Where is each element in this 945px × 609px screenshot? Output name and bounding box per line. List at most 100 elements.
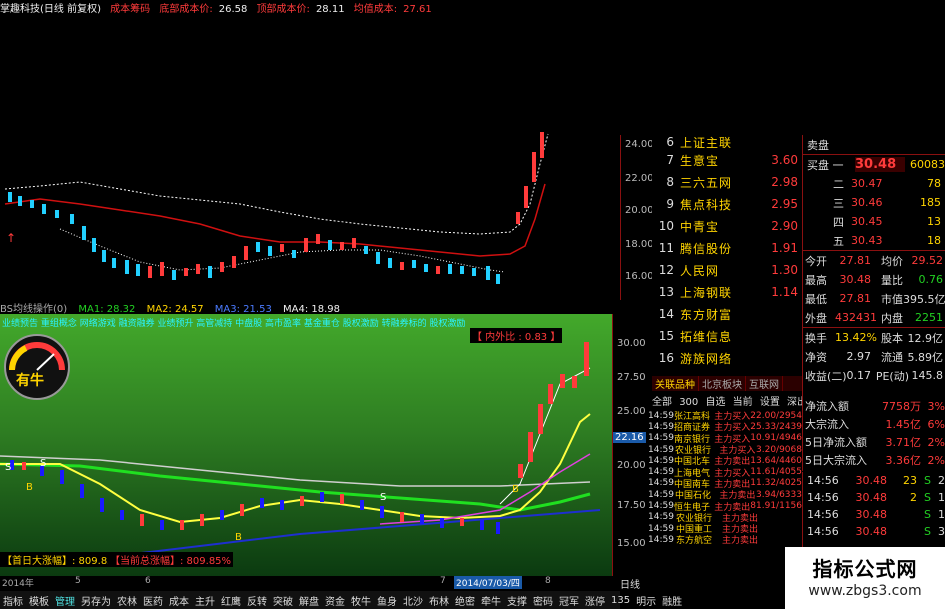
- list-item[interactable]: 10 中青宝 2.90: [652, 215, 802, 237]
- tab-beijing[interactable]: 北京板块: [699, 376, 746, 391]
- toolbar-tab[interactable]: 支撑: [504, 593, 530, 608]
- time-axis-month: 7: [440, 576, 446, 586]
- toolbar-tab[interactable]: 明示: [633, 593, 659, 608]
- toolbar-tab[interactable]: 主升: [192, 593, 218, 608]
- upper-axis-tick: 16.00: [625, 271, 654, 282]
- toolbar-tab[interactable]: 反转: [244, 593, 270, 608]
- list-item[interactable]: 14 东方财富: [652, 303, 802, 325]
- lower-axis-tick: 30.00: [617, 338, 646, 349]
- upper-candles: [8, 132, 544, 284]
- flow-row: 5日净流入额 3.71亿 2%: [805, 435, 945, 450]
- toolbar-tab[interactable]: 指标: [0, 593, 26, 608]
- current-price-tag: 22.16: [613, 432, 646, 443]
- buy-row[interactable]: 三 30.46 185: [803, 193, 945, 212]
- list-item[interactable]: 15 拓维信息: [652, 325, 802, 347]
- flow-row: 净流入额 7758万 3%: [805, 399, 945, 414]
- quote-panel: 卖盘 买盘 一 30.48 60083 二 30.47 78 三 30.46 185 四…: [802, 135, 945, 435]
- banner-url: www.zbgs3.com: [808, 583, 922, 599]
- upper-axis-tick: 24.00: [625, 139, 654, 150]
- bottom-cost-label: 底部成本价:: [159, 4, 213, 14]
- lower-axis-tick: 17.50: [617, 500, 646, 511]
- time-axis: 2014年 5 6 7 2014/07/03/四 8: [0, 576, 620, 589]
- flow-row: 5日大宗流入 3.36亿 2%: [805, 453, 945, 468]
- bottom-cost-value: 26.58: [218, 4, 248, 14]
- filter-tab[interactable]: 300: [679, 397, 698, 408]
- toolbar-tab[interactable]: 牵牛: [478, 593, 504, 608]
- filter-tab[interactable]: 当前: [733, 397, 753, 408]
- toolbar-tab[interactable]: 135: [608, 595, 633, 606]
- tick-list: 14:56 30.48 23 S 2 14:56 30.48 2 S 1 14:56 30.48 S…: [802, 472, 945, 548]
- toolbar-tab[interactable]: 解盘: [296, 593, 322, 608]
- buy-signal-icon-2: B: [235, 532, 242, 543]
- lower-chart-svg: S S B B S B: [0, 342, 601, 567]
- filter-tab[interactable]: 设置: [760, 397, 780, 408]
- panel-tabs: 关联品种 北京板块 互联网: [652, 376, 802, 391]
- gray-ma-line: [0, 455, 591, 487]
- main-force-trades: 14:59 张江高科 主力买入 22.00/2954 14:59 招商证券 主力买入 25.…: [648, 410, 802, 590]
- sell-signal-icon: S: [5, 462, 11, 473]
- filter-tab[interactable]: 自选: [705, 397, 725, 408]
- toolbar-tab[interactable]: 密码: [530, 593, 556, 608]
- tab-internet[interactable]: 互联网: [746, 376, 783, 391]
- upper-axis-tick: 20.00: [625, 205, 654, 216]
- lower-axis-tick: 20.00: [617, 460, 646, 471]
- indicator-toolbar: 指标 模板 管理 另存为 农林 医药 成本 主升 红鹰 反转 突破 解盘 资金 …: [0, 591, 682, 609]
- trade-row[interactable]: 14:59 东方航空 主力卖出: [648, 534, 802, 547]
- top-cost-value: 28.11: [315, 4, 345, 14]
- sell-row: 卖盘: [803, 135, 945, 155]
- buy-row[interactable]: 五 30.43 18: [803, 231, 945, 251]
- list-item[interactable]: 8 三六五网 2.98: [652, 171, 802, 193]
- lower-indicator-chart[interactable]: 业绩预告 重组概念 网络游戏 融资融券 业绩预升 高管减持 中盘股 高市盈率 基…: [0, 314, 612, 576]
- stat-row: 外盘 432431 内盘 2251: [803, 308, 945, 328]
- lower-axis-tick: 27.50: [617, 372, 646, 383]
- toolbar-tab[interactable]: 模板: [26, 593, 52, 608]
- stat-row: 净资 2.97 流通 5.89亿: [805, 350, 943, 364]
- fund-flow-panel: 净流入额 7758万 3% 大宗流入 1.45亿 6% 5日净流入额 3.71亿 2% 5日…: [802, 397, 945, 471]
- buy-row[interactable]: 四 30.45 13: [803, 212, 945, 231]
- tab-related[interactable]: 关联品种: [652, 376, 699, 391]
- buy-signal-icon: B: [26, 482, 33, 493]
- toolbar-tab[interactable]: 鱼身: [374, 593, 400, 608]
- list-item[interactable]: 6 上证主联: [652, 135, 802, 150]
- filter-tab[interactable]: 全部: [652, 397, 672, 408]
- upper-price-axis: 24.00 22.00 20.00 18.00 16.00: [620, 135, 654, 300]
- toolbar-tab[interactable]: 管理: [52, 593, 78, 608]
- list-item[interactable]: 11 腾信股份 1.91: [652, 237, 802, 259]
- ma-dashed-line: [4, 133, 549, 235]
- toolbar-tab[interactable]: 冠军: [556, 593, 582, 608]
- toolbar-tab[interactable]: 绝密: [452, 593, 478, 608]
- trade-filter-tabs: 全部 300 自选 当前 设置 深出 总线: [652, 393, 834, 408]
- upper-axis-tick: 18.00: [625, 239, 654, 250]
- toolbar-tab[interactable]: 突破: [270, 593, 296, 608]
- list-item[interactable]: 7 生意宝 3.60: [652, 149, 802, 171]
- ma-indicator-bar: BS均线操作(0) MA1: 28.32 MA2: 24.57 MA3: 21.…: [0, 300, 620, 315]
- lower-axis-tick: 25.00: [617, 406, 646, 417]
- toolbar-tab[interactable]: 布林: [426, 593, 452, 608]
- toolbar-tab[interactable]: 融胜: [659, 593, 685, 608]
- toolbar-tab[interactable]: 红鹰: [218, 593, 244, 608]
- time-axis-year: 2014年: [2, 579, 34, 589]
- toolbar-tab[interactable]: 北沙: [400, 593, 426, 608]
- list-item[interactable]: 12 人民网 1.30: [652, 259, 802, 281]
- upper-kline-chart[interactable]: ↑ ↑: [0, 14, 620, 313]
- toolbar-tab[interactable]: 牧牛: [348, 593, 374, 608]
- tick-row: 14:56 30.48 2 S 1: [807, 491, 945, 504]
- list-item[interactable]: 9 焦点科技 2.95: [652, 193, 802, 215]
- stat-row: 最低 27.81 市值 395.5亿: [805, 292, 945, 306]
- time-axis-month: 5: [75, 576, 81, 586]
- toolbar-tab[interactable]: 成本: [166, 593, 192, 608]
- toolbar-tab[interactable]: 另存为: [78, 593, 114, 608]
- toolbar-tab[interactable]: 资金: [322, 593, 348, 608]
- buy-row-1[interactable]: 买盘 一 30.48 60083: [803, 155, 945, 174]
- toolbar-tab[interactable]: 涨停: [582, 593, 608, 608]
- list-item[interactable]: 16 游族网络: [652, 347, 802, 369]
- toolbar-tab[interactable]: 医药: [140, 593, 166, 608]
- toolbar-tab[interactable]: 农林: [114, 593, 140, 608]
- total-gain: 【当前总涨幅】: 809.85%: [108, 552, 234, 567]
- list-item[interactable]: 13 上海钢联 1.14: [652, 281, 802, 303]
- lower-axis-tick: 15.00: [617, 538, 646, 549]
- time-axis-month: 8: [545, 576, 551, 586]
- sell-label: 卖盘: [807, 138, 829, 152]
- tick-row: 14:56 30.48 S 3: [807, 525, 945, 538]
- buy-row[interactable]: 二 30.47 78: [803, 174, 945, 193]
